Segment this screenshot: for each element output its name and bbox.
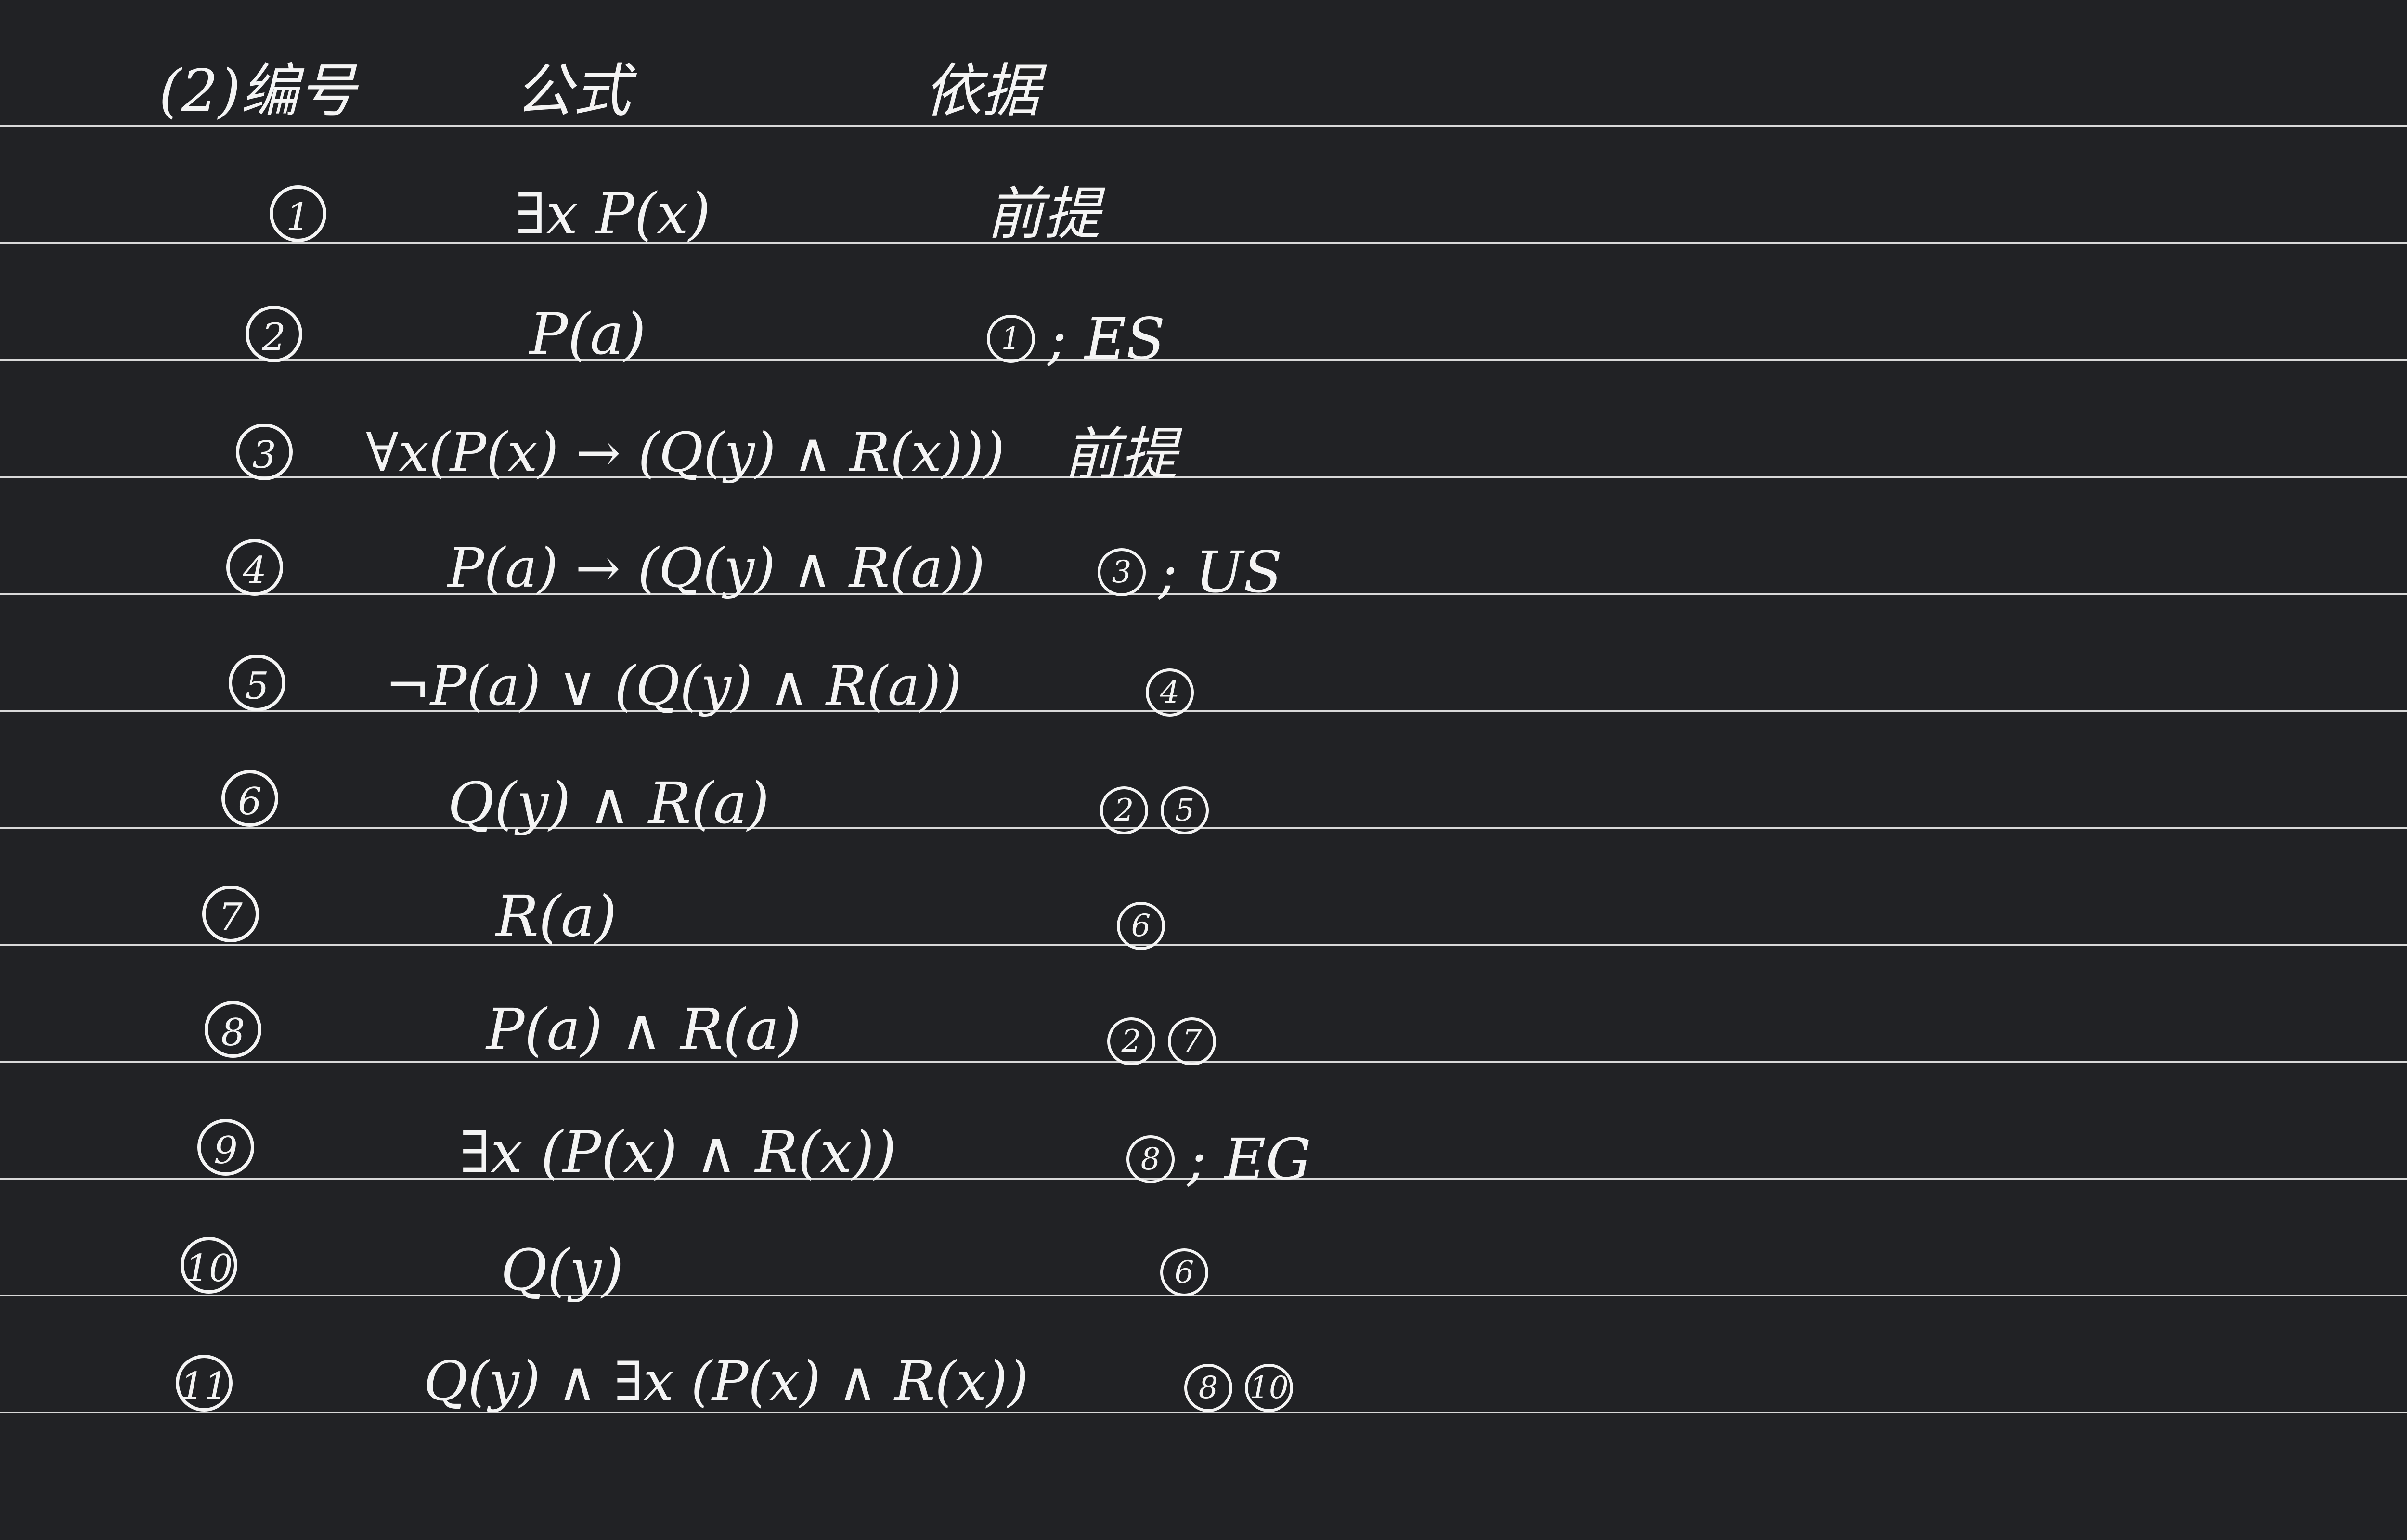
basis-ref: 6 xyxy=(1117,902,1165,950)
problem-label: (2) xyxy=(159,58,241,125)
step-formula: ∃x P(x) xyxy=(515,180,711,247)
step-formula: Q(y) ∧ ∃x (P(x) ∧ R(x)) xyxy=(424,1350,1029,1413)
step-formula: ∀x(P(x) → (Q(y) ∧ R(x))) xyxy=(366,422,1005,484)
step-basis: 前提 xyxy=(1064,421,1178,488)
step-basis: 4 xyxy=(1146,654,1198,717)
step-basis: 8; EG xyxy=(1126,1121,1311,1188)
handwritten-proof-page: (2) 编号 公式 依据 1 ∃x P(x) 前提 2 P(a) 1; ES 3… xyxy=(0,0,2407,1540)
step-basis: 前提 xyxy=(987,180,1101,247)
column-header-formula: 公式 xyxy=(515,58,631,125)
step-number: 9 xyxy=(197,1114,254,1176)
basis-rule: ; ES xyxy=(1048,306,1165,372)
step-basis: 1; ES xyxy=(987,301,1165,367)
basis-ref: 1 xyxy=(987,315,1035,363)
step-basis: 27 xyxy=(1107,1003,1220,1065)
rule-line xyxy=(0,359,2407,361)
step-basis: 6 xyxy=(1160,1234,1212,1296)
rule-line xyxy=(0,476,2407,478)
rule-line xyxy=(0,710,2407,712)
basis-ref: 2 xyxy=(1100,786,1148,834)
step-number: 11 xyxy=(176,1350,233,1412)
step-formula: Q(y) ∧ R(a) xyxy=(448,770,770,836)
step-number: 2 xyxy=(246,301,302,363)
column-header-number: 编号 xyxy=(241,58,356,125)
step-formula: ¬P(a) ∨ (Q(y) ∧ R(a)) xyxy=(385,655,962,718)
basis-ref: 4 xyxy=(1146,668,1194,717)
step-formula: P(a) ∧ R(a) xyxy=(486,996,802,1063)
rule-line xyxy=(0,944,2407,946)
step-number: 5 xyxy=(229,650,285,712)
basis-rule: ; US xyxy=(1158,539,1282,605)
basis-ref: 8 xyxy=(1184,1364,1232,1412)
step-basis: 3; US xyxy=(1098,534,1282,601)
basis-ref: 7 xyxy=(1168,1017,1216,1065)
step-formula: R(a) xyxy=(496,883,617,950)
basis-ref: 8 xyxy=(1126,1135,1175,1183)
basis-ref: 3 xyxy=(1098,548,1146,596)
step-formula: P(a) → (Q(y) ∧ R(a)) xyxy=(448,537,985,600)
step-number: 4 xyxy=(226,534,283,596)
basis-ref: 2 xyxy=(1107,1017,1155,1065)
basis-ref: 6 xyxy=(1160,1248,1208,1296)
step-formula: ∃x (P(x) ∧ R(x)) xyxy=(460,1119,897,1185)
step-basis: 8 10 xyxy=(1184,1350,1297,1412)
step-number: 8 xyxy=(205,996,261,1058)
step-formula: P(a) xyxy=(530,301,646,367)
basis-ref: 10 xyxy=(1245,1364,1293,1412)
step-number: 3 xyxy=(236,419,293,481)
basis-rule: ; EG xyxy=(1187,1126,1311,1193)
step-basis: 25 xyxy=(1100,772,1213,834)
step-formula: Q(y) xyxy=(501,1237,624,1303)
step-number: 10 xyxy=(181,1232,237,1294)
rule-line xyxy=(0,125,2407,127)
rule-line xyxy=(0,242,2407,244)
step-basis: 6 xyxy=(1117,888,1169,950)
step-number: 7 xyxy=(202,881,259,943)
step-number: 6 xyxy=(221,765,278,827)
basis-ref: 5 xyxy=(1161,786,1209,834)
step-number: 1 xyxy=(270,180,326,243)
column-header-basis: 依据 xyxy=(924,58,1040,125)
